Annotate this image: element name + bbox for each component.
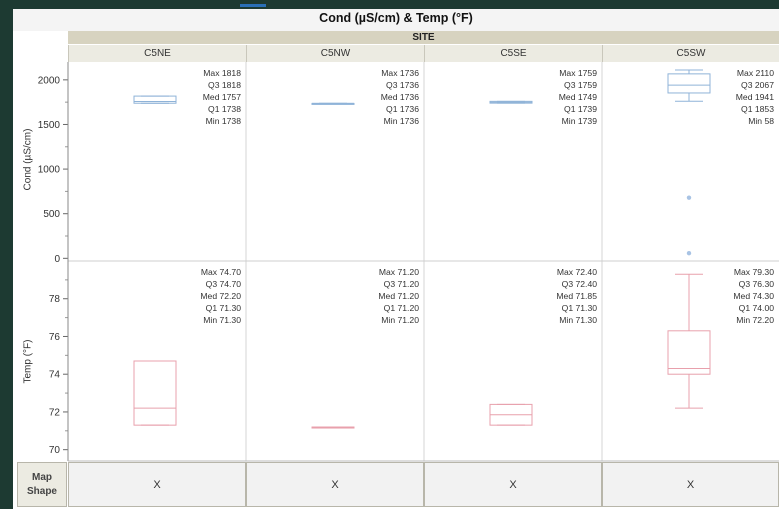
box-plot-area: 0 500 1000 1500 2000 Max 1818 Q3 1818 Med 1757 Q… xyxy=(38,62,779,462)
stat-label-1-0-3: Q1 71.30 xyxy=(206,303,242,313)
stat-label-1-1-0: Max 71.20 xyxy=(379,267,419,277)
stat-label-0-0-4: Min 1738 xyxy=(206,116,242,126)
stat-label-1-3-2: Med 74.30 xyxy=(733,291,774,301)
y-tick-label-0-4: 2000 xyxy=(38,75,61,86)
outlier-point-0-3-0 xyxy=(686,195,692,200)
stat-label-0-2-0: Max 1759 xyxy=(559,68,597,78)
stat-label-0-3-1: Q3 2067 xyxy=(741,80,774,90)
stat-label-1-2-0: Max 72.40 xyxy=(557,267,597,277)
stat-label-1-0-2: Med 72.20 xyxy=(200,291,241,301)
stat-label-0-1-1: Q3 1736 xyxy=(386,80,419,90)
stat-label-1-2-4: Min 71.30 xyxy=(559,315,597,325)
map-shape-label: Map Shape xyxy=(17,462,67,507)
stat-label-0-3-2: Med 1941 xyxy=(736,92,774,102)
stat-label-0-1-4: Min 1736 xyxy=(384,116,420,126)
stat-label-1-3-0: Max 79.30 xyxy=(734,267,774,277)
stat-label-1-1-2: Med 71.20 xyxy=(378,291,419,301)
stat-label-0-0-2: Med 1757 xyxy=(203,92,241,102)
stat-label-0-3-3: Q1 1853 xyxy=(741,104,774,114)
outlier-point-0-3-1 xyxy=(686,250,692,256)
stat-label-0-2-4: Min 1739 xyxy=(562,116,598,126)
stat-label-1-1-4: Min 71.20 xyxy=(381,315,419,325)
stat-label-0-0-1: Q3 1818 xyxy=(208,80,241,90)
stat-label-1-0-4: Min 71.30 xyxy=(203,315,241,325)
y-tick-label-1-2: 74 xyxy=(49,370,61,381)
stat-label-0-1-0: Max 1736 xyxy=(381,68,419,78)
y-tick-label-0-1: 500 xyxy=(43,209,60,220)
stat-label-1-0-1: Q3 74.70 xyxy=(206,279,242,289)
y-tick-label-0-0: 0 xyxy=(54,254,60,265)
y-tick-label-1-3: 76 xyxy=(49,332,61,343)
stat-label-0-0-3: Q1 1738 xyxy=(208,104,241,114)
y-tick-label-0-3: 1500 xyxy=(38,120,61,131)
y-tick-label-1-1: 72 xyxy=(49,407,61,418)
stat-label-1-3-4: Min 72.20 xyxy=(736,315,774,325)
stat-label-1-1-3: Q1 71.20 xyxy=(384,303,420,313)
stat-label-0-3-0: Max 2110 xyxy=(737,68,774,78)
stat-label-0-1-3: Q1 1736 xyxy=(386,104,419,114)
stat-label-0-0-0: Max 1818 xyxy=(203,68,241,78)
y-tick-label-0-2: 1000 xyxy=(38,165,61,176)
map-shape-cell-c5se[interactable]: X xyxy=(424,462,602,507)
y-tick-label-1-4: 78 xyxy=(49,294,61,305)
stat-label-1-2-2: Med 71.85 xyxy=(556,291,597,301)
stat-label-1-2-3: Q1 71.30 xyxy=(562,303,598,313)
stat-label-0-2-2: Med 1749 xyxy=(559,92,597,102)
map-shape-cell-c5sw[interactable]: X xyxy=(602,462,779,507)
stat-label-1-1-1: Q3 71.20 xyxy=(384,279,420,289)
stat-label-1-2-1: Q3 72.40 xyxy=(562,279,598,289)
stat-label-0-1-2: Med 1736 xyxy=(381,92,419,102)
map-shape-cell-c5ne[interactable]: X xyxy=(68,462,246,507)
stat-label-0-2-3: Q1 1739 xyxy=(564,104,597,114)
stat-label-1-3-1: Q3 76.30 xyxy=(739,279,775,289)
y-tick-label-1-0: 70 xyxy=(49,445,61,456)
report-window: Cond (µS/cm) & Temp (°F) SITE C5NE C5NW … xyxy=(0,0,779,509)
stat-label-0-3-4: Min 58 xyxy=(748,116,774,126)
stat-label-1-3-3: Q1 74.00 xyxy=(739,303,775,313)
map-shape-cell-c5nw[interactable]: X xyxy=(246,462,424,507)
stat-label-1-0-0: Max 74.70 xyxy=(201,267,241,277)
stat-label-0-2-1: Q3 1759 xyxy=(564,80,597,90)
